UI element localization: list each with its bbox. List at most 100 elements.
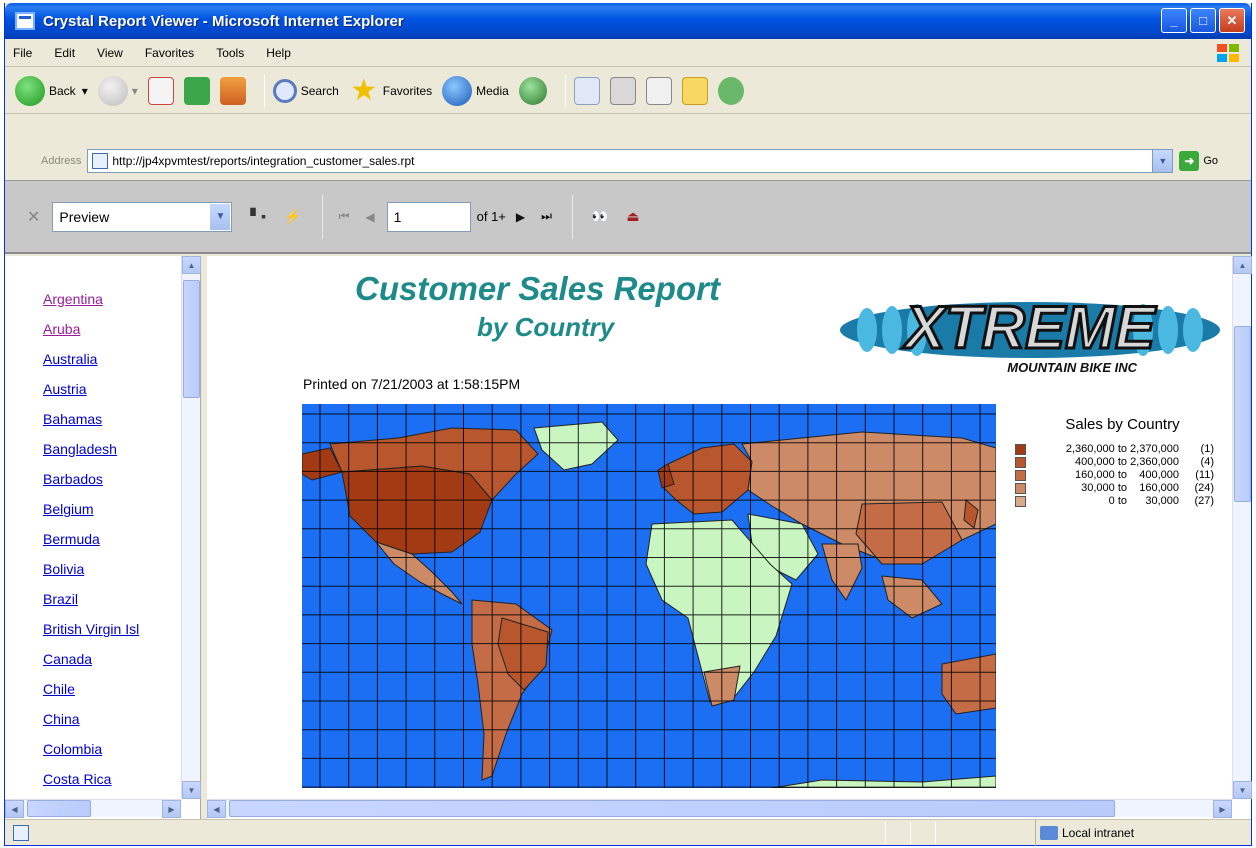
view-mode-select[interactable]: Preview ▼ [52,201,233,232]
menu-file[interactable]: File [13,46,32,60]
country-link[interactable]: Bermuda [43,524,183,554]
report-scroll-right-icon[interactable]: ▶ [1213,800,1232,818]
star-icon: ★ [350,73,378,107]
history-icon[interactable] [518,76,547,105]
country-link[interactable]: Costa Rica [43,764,183,794]
status-page-icon [13,824,29,841]
printed-timestamp: Printed on 7/21/2003 at 1:58:15PM [303,376,521,392]
hscroll-thumb[interactable] [27,800,91,817]
scroll-down-icon[interactable]: ▼ [182,781,201,799]
minimize-button[interactable]: _ [1161,8,1187,33]
chevron-down-icon: ▼ [210,203,231,230]
search-binoculars-icon[interactable]: 👀 [591,208,608,225]
home-icon[interactable] [219,76,246,105]
address-dropdown-icon[interactable]: ▼ [1152,150,1173,172]
globe-icon [442,75,473,106]
address-input[interactable]: http://jp4xpvmtest/reports/integration_c… [87,149,1174,173]
country-link[interactable]: Barbados [43,464,183,494]
back-button[interactable]: Back ▾ [15,75,88,106]
close-button[interactable]: ✕ [1219,8,1245,33]
map-greenland [533,421,619,471]
first-page-icon[interactable]: ⏮ [339,209,350,224]
report-title: Customer Sales Report [355,270,720,307]
map-se-asia [881,575,943,619]
refresh-report-icon[interactable]: ⚡ [284,208,301,225]
menu-view[interactable]: View [97,46,123,60]
menu-help[interactable]: Help [266,46,291,60]
country-list-vscroll[interactable]: ▲ ▼ [181,256,201,799]
forward-button[interactable]: ▾ [97,75,138,106]
refresh-icon[interactable] [183,76,210,105]
country-link[interactable]: Canada [43,644,183,674]
report-hscroll-thumb[interactable] [229,800,1115,817]
page-icon [92,153,109,169]
legend-range: 2,360,000 to 2,370,000 [1065,443,1179,455]
scroll-up-icon[interactable]: ▲ [182,256,201,274]
discuss-icon[interactable] [681,76,708,105]
legend-row: 2,360,000 to 2,370,000 (1) [1015,443,1220,456]
menu-favorites[interactable]: Favorites [145,46,194,60]
report-scroll-down-icon[interactable]: ▼ [1233,781,1252,799]
forward-arrow-icon [97,75,128,106]
country-link[interactable]: Belgium [43,494,183,524]
legend-row: 0 to 30,000 (27) [1015,495,1220,508]
country-link[interactable]: British Virgin Isl [43,614,183,644]
crystal-viewer-toolbar: ✕ Preview ▼ ▘▪ ⚡ ⏮ ◀ 1 of 1+ ▶ ⏭ 👀 ⏏ [5,180,1251,254]
window-title: Crystal Report Viewer - Microsoft Intern… [43,12,404,30]
previous-page-icon[interactable]: ◀ [365,210,374,224]
map-europe [663,443,753,515]
country-link[interactable]: Aruba [43,314,183,344]
media-button[interactable]: Media [442,75,509,106]
toggle-group-tree-icon[interactable]: ▘▪ [250,208,266,225]
address-bar: Address http://jp4xpvmtest/reports/integ… [5,145,1251,177]
next-page-icon[interactable]: ▶ [516,210,525,224]
scroll-right-icon[interactable]: ▶ [162,800,181,818]
country-link[interactable]: Bahamas [43,404,183,434]
country-group-tree: Argentina Aruba Australia Austria Bahamas Ban… [5,256,201,819]
country-link[interactable]: Bolivia [43,554,183,584]
legend-range: 160,000 to 400,000 [1075,469,1179,481]
page-count: of 1+ [476,209,506,224]
stop-icon[interactable] [147,76,174,105]
country-link[interactable]: Australia [43,344,183,374]
legend-swatch [1015,483,1026,494]
page-number-input[interactable]: 1 [386,201,471,232]
country-list-hscroll[interactable]: ◀ ▶ [5,799,181,818]
report-hscroll[interactable]: ◀ ▶ [207,799,1232,818]
country-link[interactable]: Colombia [43,734,183,764]
scroll-left-icon[interactable]: ◀ [5,800,24,818]
menu-tools[interactable]: Tools [216,46,244,60]
last-page-icon[interactable]: ⏭ [541,209,552,224]
legend-count: (24) [1194,482,1214,494]
favorites-button[interactable]: ★ Favorites [349,73,432,107]
country-link[interactable]: Bangladesh [43,434,183,464]
legend-title: Sales by Country [1065,416,1180,433]
sales-world-map [302,404,996,788]
address-label: Address [41,155,82,167]
print-icon[interactable] [609,76,636,105]
security-zone: Local intranet [1035,820,1245,846]
go-button[interactable]: ➜ Go [1179,151,1218,171]
country-link[interactable]: Argentina [43,284,183,314]
scroll-thumb[interactable] [183,280,200,398]
edit-icon[interactable] [645,76,672,105]
export-icon[interactable]: ⏏ [626,208,639,225]
country-link[interactable]: Austria [43,374,183,404]
report-scroll-up-icon[interactable]: ▲ [1233,256,1252,274]
report-scroll-thumb[interactable] [1234,326,1251,502]
country-link[interactable]: China [43,704,183,734]
search-button[interactable]: Search [272,78,339,103]
country-list: Argentina Aruba Australia Austria Bahamas Ban… [43,284,183,794]
mail-icon[interactable] [573,76,600,105]
maximize-button[interactable]: □ [1190,8,1216,33]
report-subtitle: by Country [477,312,615,342]
country-link[interactable]: Chile [43,674,183,704]
legend-swatch [1015,470,1026,481]
report-vscroll[interactable]: ▲ ▼ [1232,256,1252,799]
menu-edit[interactable]: Edit [54,46,75,60]
close-group-icon[interactable]: ✕ [27,207,40,227]
messenger-icon[interactable] [717,76,744,105]
report-scroll-left-icon[interactable]: ◀ [207,800,226,818]
country-link[interactable]: Brazil [43,584,183,614]
go-arrow-icon: ➜ [1179,151,1200,171]
